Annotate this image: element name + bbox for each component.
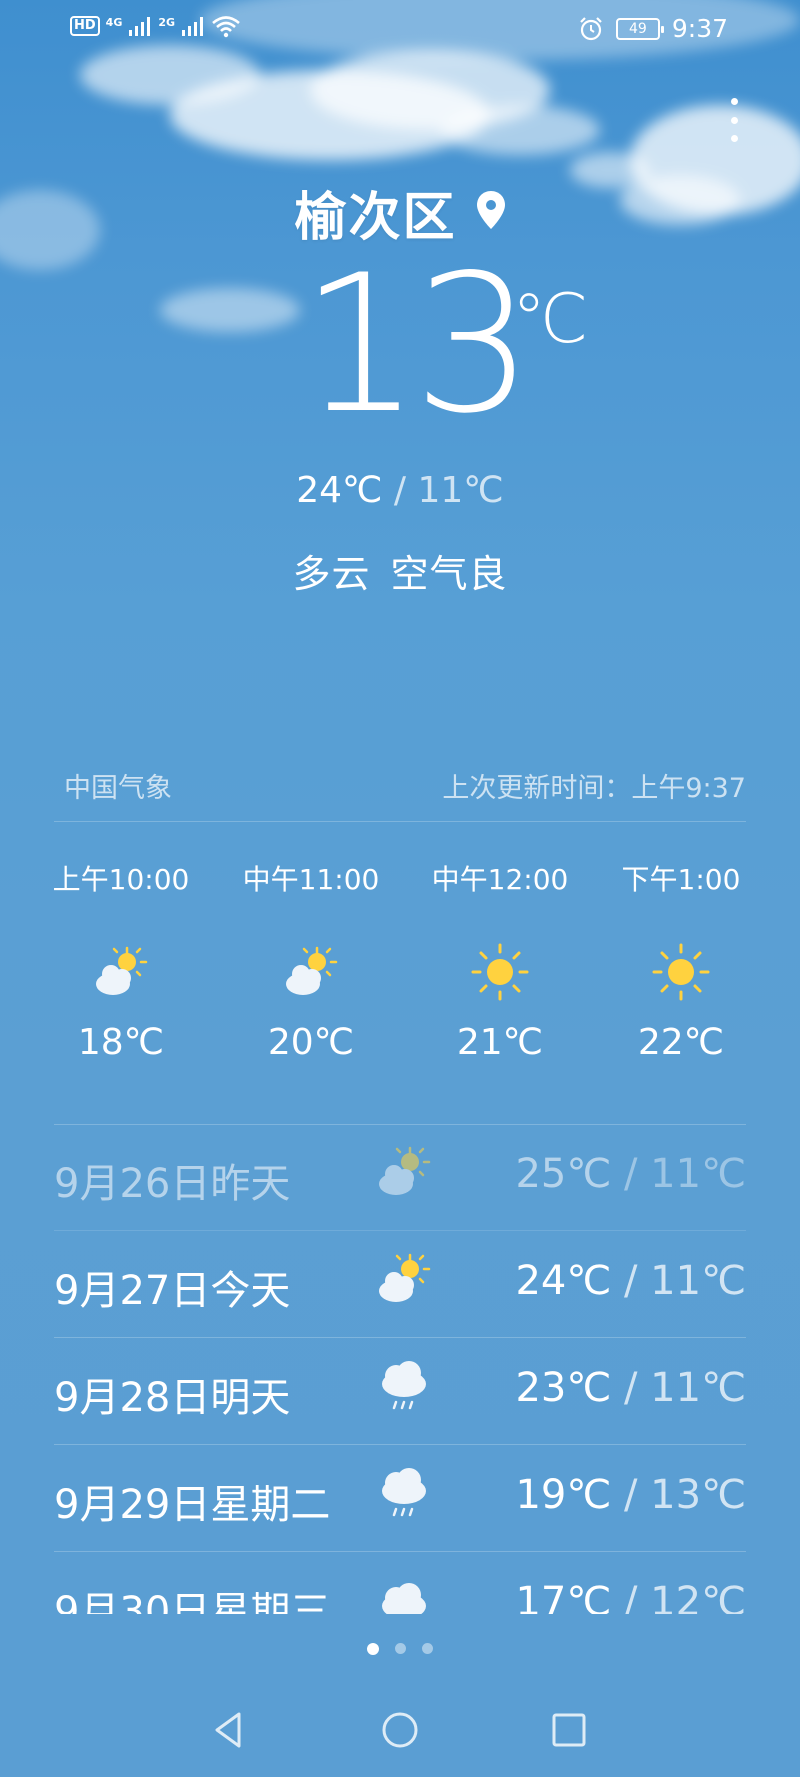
partly-sunny-icon [379,1253,431,1302]
day-label: 9月30日星期三 [54,1589,331,1614]
air-quality[interactable]: 空气良 [391,552,508,596]
clock-time: 9:37 [671,14,728,43]
back-icon [215,1712,241,1748]
status-bar-left: HD 4G 2G [70,14,241,38]
system-navigation-bar [0,1700,800,1777]
sunny-icon [652,943,710,1001]
page-indicator[interactable] [0,1643,800,1655]
today-low: 11℃ [417,470,504,511]
day-high: 24℃ [515,1258,612,1304]
day-label: 9月26日昨天 [54,1161,291,1207]
hourly-forecast[interactable]: 上午10:00 18℃ 中午11:00 20℃ 中午12:00 21℃ 下午1:… [0,858,800,1088]
hd-icon: HD [70,16,100,36]
back-button[interactable] [199,1700,259,1760]
recents-button[interactable] [539,1700,599,1760]
day-row[interactable]: 9月27日今天 24℃ / 11℃ [54,1231,746,1338]
cloudy-icon [382,1583,426,1614]
location-pin-icon [476,190,505,229]
alarm-icon [580,16,602,40]
data-source: 中国气象 [64,773,172,804]
partly-sunny-icon [286,946,338,995]
hour-time: 上午10:00 [52,863,190,896]
partly-sunny-icon [379,1146,431,1195]
hour-item: 中午12:00 21℃ [405,858,595,1063]
day-label: 9月27日今天 [54,1268,291,1314]
day-high: 23℃ [515,1365,612,1411]
hour-item: 上午10:00 18℃ [26,858,216,1063]
range-separator: / [611,1151,651,1197]
signal-icon [129,17,151,36]
current-temperature-value: 13 [300,234,534,455]
partly-sunny-icon [96,946,148,995]
hour-temperature: 22℃ [637,1022,725,1063]
wifi-icon [212,16,240,38]
today-temperature-range: 24℃ / 11℃ [0,470,800,511]
day-row[interactable]: 9月30日星期三 17℃ / 12℃ [54,1552,746,1614]
day-row[interactable]: 9月29日星期二 19℃ / 13℃ [54,1445,746,1552]
sunny-icon [471,943,529,1001]
day-high: 19℃ [515,1472,612,1518]
hour-item: 中午11:00 20℃ [216,858,406,1063]
hour-temperature: 20℃ [267,1022,355,1063]
home-icon [382,1712,418,1748]
range-separator: / [611,1258,651,1304]
sim1-network-label: 4G [105,16,123,29]
hour-item: 下午1:00 22℃ [586,858,776,1063]
day-low: 13℃ [650,1472,746,1518]
light-rain-icon [382,1361,426,1410]
divider [54,821,746,822]
hour-time: 中午11:00 [242,863,380,896]
day-row[interactable]: 9月28日明天 23℃ / 11℃ [54,1338,746,1445]
day-low: 11℃ [650,1258,746,1304]
today-high: 24℃ [296,470,383,511]
hour-temperature: 21℃ [456,1022,544,1063]
day-high: 25℃ [515,1151,612,1197]
page-dot[interactable] [422,1643,433,1654]
weather-condition: 多云 [292,552,371,596]
hour-time: 中午12:00 [431,863,569,896]
temperature-unit: ℃ [512,280,589,359]
day-low: 11℃ [650,1365,746,1411]
day-temperature-range: 24℃ / 11℃ [515,1258,746,1304]
page-dot[interactable] [395,1643,406,1654]
day-low: 11℃ [650,1151,746,1197]
light-rain-icon [382,1468,426,1517]
range-separator: / [611,1579,651,1614]
last-updated: 上次更新时间：上午9:37 [442,773,746,804]
day-temperature-range: 23℃ / 11℃ [515,1365,746,1411]
sim2-network-label: 2G [158,16,176,29]
condition-row: 多云 空气良 [0,543,800,598]
day-label: 9月28日明天 [54,1375,291,1421]
recents-icon [552,1713,586,1747]
day-low: 12℃ [650,1579,746,1614]
day-row[interactable]: 9月26日昨天 25℃ / 11℃ [54,1124,746,1231]
range-separator: / [382,470,418,511]
range-separator: / [611,1472,651,1518]
status-bar-right: 49 9:37 [578,14,728,43]
status-bar: HD 4G 2G 49 9:37 [0,0,800,58]
day-temperature-range: 17℃ / 12℃ [515,1579,746,1614]
battery-icon: 49 [615,17,664,40]
day-label: 9月29日星期二 [54,1482,331,1528]
hour-time: 下午1:00 [621,863,741,896]
day-temperature-range: 25℃ / 11℃ [515,1151,746,1197]
page-dot-active[interactable] [367,1643,379,1655]
more-vertical-icon[interactable] [724,98,744,142]
home-button[interactable] [370,1700,430,1760]
signal-icon [182,17,204,36]
hour-temperature: 18℃ [77,1022,165,1063]
daily-forecast[interactable]: 9月26日昨天 25℃ / 11℃ 9月27日今天 24℃ / 11℃ 9月28… [54,1124,746,1614]
day-temperature-range: 19℃ / 13℃ [515,1472,746,1518]
range-separator: / [611,1365,651,1411]
current-temperature: 13 ℃ [0,250,800,440]
day-high: 17℃ [515,1579,612,1614]
